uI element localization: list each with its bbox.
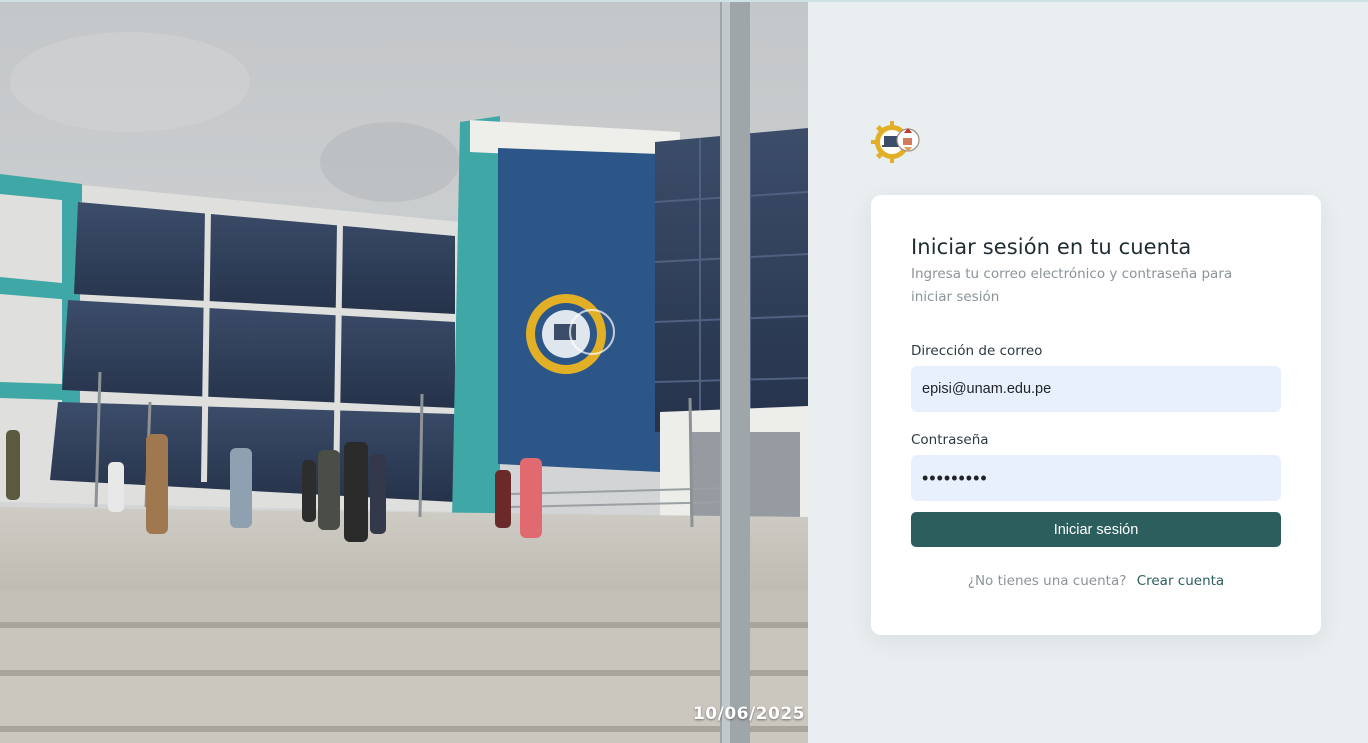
login-card: Iniciar sesión en tu cuenta Ingresa tu c… [871, 195, 1321, 635]
login-submit-button[interactable]: Iniciar sesión [911, 512, 1281, 547]
create-account-link[interactable]: Crear cuenta [1137, 573, 1225, 589]
photo-date-stamp: 10/06/2025 [692, 704, 805, 724]
email-field[interactable] [911, 366, 1281, 412]
campus-photo: 10/06/2025 [0, 2, 808, 743]
password-label: Contraseña [911, 432, 989, 448]
faculty-gear-logo-icon [871, 121, 920, 163]
email-label: Dirección de correo [911, 343, 1043, 359]
login-subtitle: Ingresa tu correo electrónico y contrase… [911, 266, 1233, 305]
login-title: Iniciar sesión en tu cuenta [911, 235, 1192, 259]
password-field[interactable] [911, 455, 1281, 501]
campus-building-illustration [0, 2, 808, 743]
signup-question: ¿No tienes una cuenta? [967, 573, 1127, 589]
signup-row: ¿No tienes una cuenta? Crear cuenta [871, 573, 1321, 589]
